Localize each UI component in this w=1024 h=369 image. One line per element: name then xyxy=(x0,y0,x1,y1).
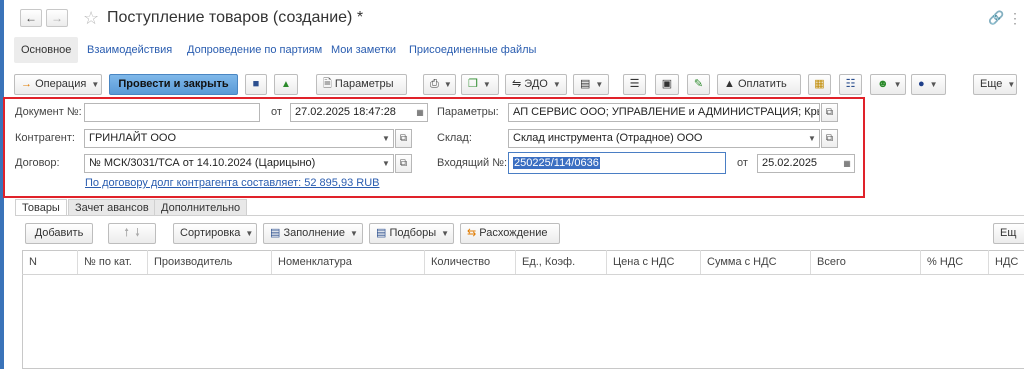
hierarchy-button[interactable]: ☷ xyxy=(839,74,862,95)
tab-advance-offset[interactable]: Зачет авансов xyxy=(68,199,156,216)
floppy-icon: ■ xyxy=(252,78,260,90)
operation-icon: → xyxy=(21,78,32,90)
favorite-star-icon[interactable]: ☆ xyxy=(83,8,99,28)
tab-attached-files[interactable]: Присоединенные файлы xyxy=(409,37,536,63)
discrepancy-button[interactable]: ⇆ Расхождение xyxy=(460,223,560,244)
discrepancy-icon: ⇆ xyxy=(467,227,477,239)
post-doc-icon: ▲ xyxy=(281,79,291,90)
col-vat-rate[interactable]: % НДС xyxy=(920,250,988,274)
col-unit[interactable]: Ед., Коэф. xyxy=(515,250,606,274)
reports-button[interactable]: ▤ ▼ xyxy=(573,74,609,95)
tab-goods[interactable]: Товары xyxy=(15,199,67,216)
more-button[interactable]: Еще ▼ xyxy=(973,74,1017,95)
document-icon: 🗎 xyxy=(323,78,332,90)
edo-icon: ⇋ xyxy=(512,78,522,90)
printer-icon: ⎙ xyxy=(430,78,439,90)
table-header-divider xyxy=(22,274,1024,275)
tabs-divider xyxy=(15,215,1024,216)
col-catalog-no[interactable]: № по кат. xyxy=(77,250,147,274)
picks-button[interactable]: ▤ Подборы ▼ xyxy=(369,223,454,244)
move-buttons[interactable]: 🠕 🠗 xyxy=(108,223,156,244)
hierarchy-icon: ☷ xyxy=(845,78,856,90)
users-button[interactable]: ☻ ▼ xyxy=(870,74,906,95)
col-price[interactable]: Цена с НДС xyxy=(606,250,700,274)
bank-icon: ▲ xyxy=(724,78,735,90)
post-button[interactable]: ▲ xyxy=(274,74,298,95)
parameters-button[interactable]: 🗎 Параметры xyxy=(316,74,407,95)
list-icon: ☰ xyxy=(629,78,640,90)
users-icon: ☻ xyxy=(877,78,889,90)
operation-button[interactable]: → Операция ▼ xyxy=(14,74,102,95)
tab-main[interactable]: Основное xyxy=(14,37,79,63)
arrow-down-icon: 🠗 xyxy=(135,227,140,239)
edo-button[interactable]: ⇋ ЭДО ▼ xyxy=(505,74,567,95)
pay-button[interactable]: ▲ Оплатить xyxy=(717,74,801,95)
pencil-icon: ✎ xyxy=(693,78,704,90)
status-button[interactable]: ● ▼ xyxy=(911,74,946,95)
structure-button[interactable]: ☰ xyxy=(623,74,646,95)
print-button[interactable]: ⎙ ▼ xyxy=(423,74,456,95)
col-manufacturer[interactable]: Производитель xyxy=(147,250,271,274)
related-docs-button[interactable]: ▣ xyxy=(655,74,679,95)
chevron-down-icon: ▼ xyxy=(91,80,100,89)
save-button[interactable]: ■ xyxy=(245,74,267,95)
col-total[interactable]: Всего xyxy=(810,250,920,274)
calculator-button[interactable]: ▦ xyxy=(808,74,831,95)
arrow-left-icon: ← xyxy=(25,11,37,25)
back-button[interactable]: ← xyxy=(20,9,42,27)
more-vertical-icon[interactable]: ⋮ xyxy=(1008,10,1022,27)
post-and-close-button[interactable]: Провести и закрыть xyxy=(109,74,238,95)
fill-icon: ▤ xyxy=(270,227,281,239)
col-sum[interactable]: Сумма с НДС xyxy=(700,250,810,274)
calculator-icon: ▦ xyxy=(814,78,825,90)
tab-interactions[interactable]: Взаимодействия xyxy=(87,37,172,63)
col-nomenclature[interactable]: Номенклатура xyxy=(271,250,424,274)
highlight-frame xyxy=(3,97,865,198)
page-title: Поступление товаров (создание) * xyxy=(107,9,364,26)
circle-dots-icon: ● xyxy=(918,78,925,90)
edit-button[interactable]: ✎ xyxy=(687,74,710,95)
card-icon: ▣ xyxy=(661,78,673,90)
report-icon: ▤ xyxy=(580,78,591,90)
tab-batch-reposting[interactable]: Допроведение по партиям xyxy=(187,37,322,63)
tab-additional[interactable]: Дополнительно xyxy=(154,199,248,216)
copy-green-icon: ❐ xyxy=(468,78,478,90)
link-icon[interactable]: 🔗 xyxy=(988,10,1004,26)
arrow-up-icon: 🠕 xyxy=(124,227,129,239)
col-vat[interactable]: НДС xyxy=(988,250,1024,274)
chevron-down-icon: ▼ xyxy=(245,229,254,238)
add-row-button[interactable]: Добавить xyxy=(25,223,93,244)
forward-button[interactable]: → xyxy=(46,9,68,27)
fill-button[interactable]: ▤ Заполнение ▼ xyxy=(263,223,363,244)
table-more-button[interactable]: Ещ xyxy=(993,223,1024,244)
arrow-right-icon: → xyxy=(51,11,63,25)
col-n[interactable]: N xyxy=(23,250,76,274)
tab-my-notes[interactable]: Мои заметки xyxy=(331,37,396,63)
sort-button[interactable]: Сортировка ▼ xyxy=(173,223,257,244)
picks-icon: ▤ xyxy=(376,227,387,239)
col-quantity[interactable]: Количество xyxy=(424,250,515,274)
create-based-on-button[interactable]: ❐ ▼ xyxy=(461,74,499,95)
